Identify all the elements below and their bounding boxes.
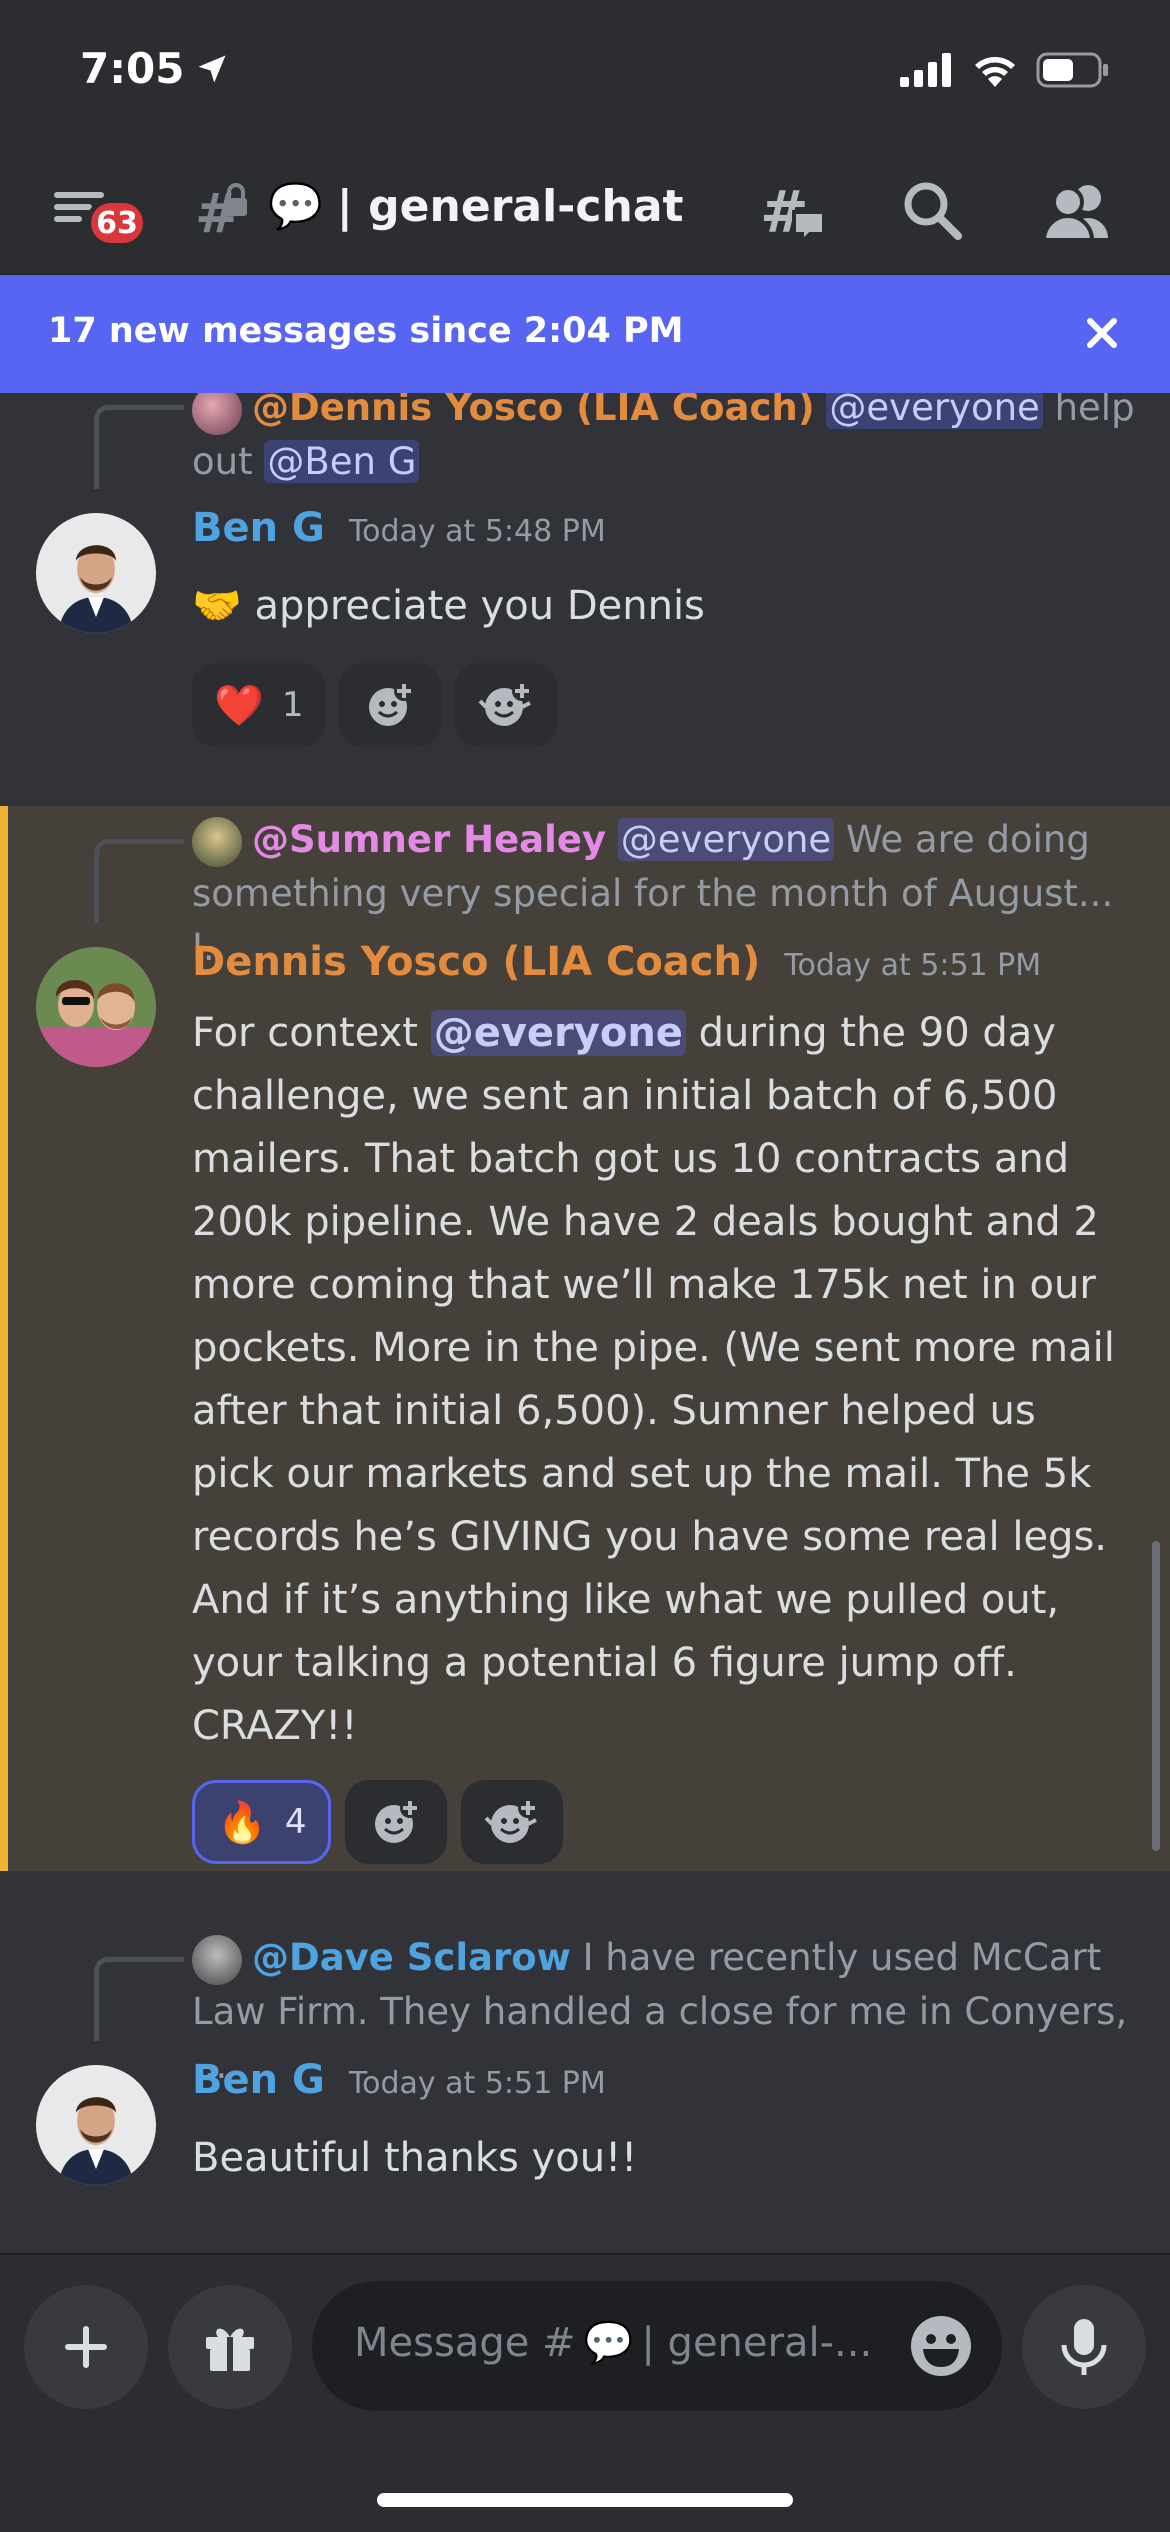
channel-name-text: | general-chat — [336, 180, 684, 232]
voice-message-button[interactable] — [1022, 2285, 1146, 2409]
placeholder-prefix: Message # — [354, 2319, 576, 2366]
avatar-dennis-yosco — [36, 947, 156, 1067]
add-reaction-icon — [375, 1798, 421, 1843]
reaction-bar: ❤️ 1 — [192, 663, 558, 747]
search-icon[interactable] — [900, 178, 966, 244]
avatar-ben-g — [36, 2065, 156, 2185]
reaction-count: 4 — [284, 1802, 307, 1842]
message-author[interactable]: Ben G Today at 5:51 PM — [192, 2057, 606, 2103]
message-input-placeholder: Message # 💬 | general-... — [354, 2319, 873, 2367]
reply-avatar — [192, 816, 242, 867]
avatar[interactable] — [36, 513, 156, 633]
avatar[interactable] — [36, 2065, 156, 2185]
add-reaction-button[interactable] — [339, 663, 442, 747]
speech-bubble-emoji: 💬 — [268, 181, 323, 232]
message-text: 🤝 appreciate you Dennis — [192, 583, 705, 629]
reply-connector — [94, 1957, 184, 2041]
message-author[interactable]: Ben G Today at 5:48 PM — [192, 505, 606, 551]
cellular-signal-icon — [900, 53, 951, 87]
close-icon[interactable] — [1074, 305, 1130, 361]
threads-icon[interactable]: # — [758, 178, 830, 250]
reply-author[interactable]: @Dennis Yosco (LIA Coach) — [252, 393, 815, 429]
author-name[interactable]: Dennis Yosco (LIA Coach) — [192, 939, 760, 985]
message-text-part: during the 90 day challenge, we sent an … — [192, 1010, 1115, 1749]
gift-button[interactable] — [168, 2285, 292, 2409]
add-super-reaction-button[interactable] — [455, 663, 558, 747]
message-timestamp: Today at 5:51 PM — [784, 948, 1042, 983]
message-text: For context @everyone during the 90 day … — [192, 1002, 1122, 1758]
microphone-icon — [1061, 2319, 1107, 2375]
clock-text: 7:05 — [80, 44, 185, 93]
avatar[interactable] — [36, 947, 156, 1067]
message-list[interactable]: @Dennis Yosco (LIA Coach) @everyone help… — [0, 393, 1170, 2253]
reaction-count: 1 — [281, 685, 304, 725]
reply-preview[interactable]: @Dennis Yosco (LIA Coach) @everyone help… — [192, 393, 1142, 489]
reply-connector — [94, 405, 184, 489]
reply-connector — [94, 839, 184, 923]
message-composer: Message # 💬 | general-... — [0, 2253, 1170, 2532]
mention[interactable]: @Ben G — [264, 440, 420, 483]
locked-channel-icon: # — [195, 182, 247, 244]
new-messages-banner[interactable]: 17 new messages since 2:04 PM — [0, 275, 1170, 393]
attach-button[interactable] — [24, 2285, 148, 2409]
placeholder-suffix: | general-... — [641, 2319, 873, 2366]
add-super-reaction-button[interactable] — [461, 1780, 564, 1864]
battery-icon — [1036, 52, 1108, 88]
location-arrow-icon — [198, 55, 226, 82]
author-name[interactable]: Ben G — [192, 2057, 325, 2103]
emoji-picker-icon[interactable] — [908, 2313, 974, 2379]
new-messages-text: 17 new messages since 2:04 PM — [48, 311, 684, 351]
channel-title[interactable]: 💬 | general-chat — [268, 180, 684, 233]
reaction-bar: 🔥 4 — [192, 1780, 564, 1864]
wifi-icon — [975, 57, 1015, 87]
message-text-part: For context — [192, 1010, 431, 1056]
fire-emoji: 🔥 — [217, 1799, 267, 1846]
mention[interactable]: @everyone — [430, 1010, 686, 1056]
reaction-heart[interactable]: ❤️ 1 — [192, 663, 326, 747]
status-indicators — [900, 52, 1110, 88]
status-time: 7:05 — [80, 44, 230, 93]
members-icon[interactable] — [1040, 178, 1116, 244]
reaction-fire[interactable]: 🔥 4 — [192, 1780, 332, 1864]
reply-author[interactable]: @Dave Sclarow — [252, 1936, 571, 1979]
message-input[interactable]: Message # 💬 | general-... — [312, 2281, 1002, 2411]
author-name[interactable]: Ben G — [192, 505, 325, 551]
channel-header: 63 # 💬 | general-chat # — [0, 150, 1170, 275]
reply-avatar — [192, 1934, 242, 1985]
reply-avatar — [192, 393, 242, 435]
plus-icon — [65, 2326, 107, 2368]
home-indicator[interactable] — [377, 2493, 793, 2507]
super-reaction-icon — [485, 1798, 539, 1843]
add-reaction-icon — [369, 681, 415, 726]
mention[interactable]: @everyone — [826, 393, 1043, 429]
avatar-ben-g — [36, 513, 156, 633]
unread-badge: 63 — [86, 198, 148, 248]
message-text: Beautiful thanks you!! — [192, 2135, 638, 2181]
speech-bubble-emoji: 💬 — [583, 2320, 634, 2366]
scrollbar[interactable] — [1152, 1541, 1160, 1851]
gift-icon — [206, 2328, 254, 2371]
status-bar: 7:05 — [0, 0, 1170, 150]
message-author[interactable]: Dennis Yosco (LIA Coach) Today at 5:51 PM — [192, 939, 1041, 985]
message-timestamp: Today at 5:48 PM — [348, 514, 606, 549]
mention[interactable]: @everyone — [617, 818, 835, 861]
heart-emoji: ❤️ — [214, 682, 264, 729]
add-reaction-button[interactable] — [345, 1780, 448, 1864]
super-reaction-icon — [479, 681, 533, 726]
message-timestamp: Today at 5:51 PM — [348, 2066, 606, 2101]
reply-author[interactable]: @Sumner Healey — [252, 818, 606, 861]
